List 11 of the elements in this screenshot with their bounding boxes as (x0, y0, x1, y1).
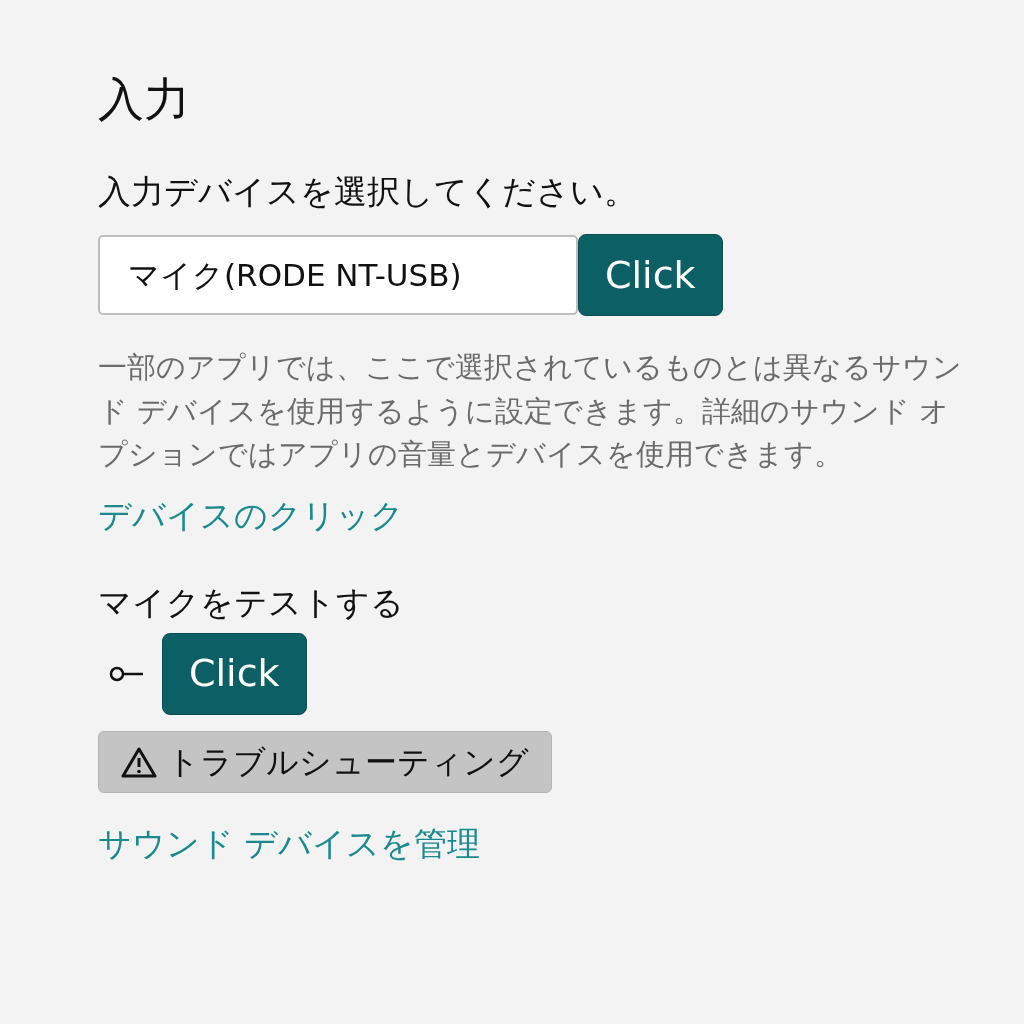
manage-devices-link[interactable]: サウンド デバイスを管理 (98, 823, 481, 863)
troubleshoot-button[interactable]: トラブルシューティング (98, 730, 552, 793)
click-button[interactable]: Click (162, 632, 307, 715)
test-heading: マイクをテストする (98, 582, 405, 625)
device-dropdown[interactable]: マイク(RODE NT-USB) (98, 235, 578, 316)
warning-icon (121, 745, 157, 778)
click-button[interactable]: Click (578, 234, 723, 317)
page-title: 入力 (98, 72, 191, 128)
device-prompt: 入力デバイスを選択してください。 (98, 171, 638, 214)
device-link[interactable]: デバイスのクリック (98, 490, 404, 541)
description-text: 一部のアプリでは、ここで選択されているものとは異なるサウンド デバイスを使用するように設定できます。詳細のサウンド オプションではアプリの音量とデバイスを使用できます。 (98, 349, 963, 474)
